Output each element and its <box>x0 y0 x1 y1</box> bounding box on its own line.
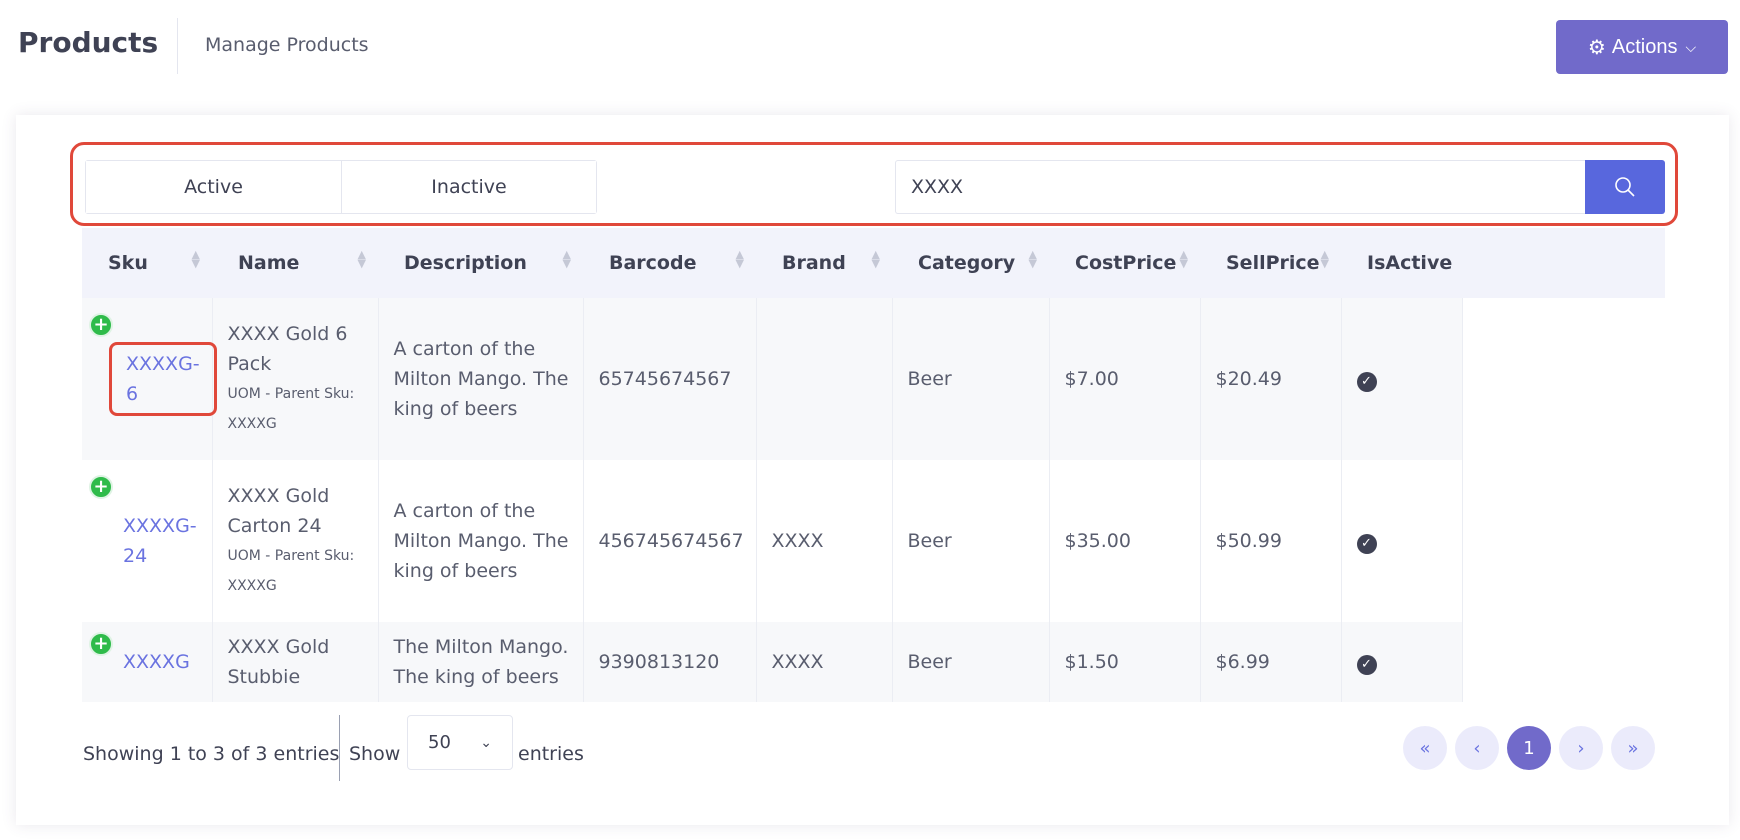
col-header-sku[interactable]: Sku ▲ ▼ <box>82 228 212 298</box>
search-icon <box>1615 177 1635 197</box>
table-row: + XXXXG-24 XXXX Gold Carton 24 UOM - Par… <box>82 460 1665 622</box>
search-input[interactable] <box>895 160 1585 214</box>
spacer-cell <box>1462 298 1665 460</box>
chevron-down-icon: ⌄ <box>480 734 492 751</box>
sort-icon: ▲ ▼ <box>1179 248 1188 270</box>
col-header-name[interactable]: Name ▲ ▼ <box>212 228 378 298</box>
product-name: XXXX Gold Carton 24 <box>227 485 330 537</box>
barcode-cell: 456745674567 <box>583 460 757 622</box>
name-cell: XXXX Gold Stubbie <box>212 622 379 702</box>
prev-page-button[interactable]: ‹ <box>1455 726 1499 770</box>
sku-link[interactable]: XXXXG <box>123 647 190 677</box>
table-row: + XXXXG-6 XXXX Gold 6 Pack UOM - Parent … <box>82 298 1665 460</box>
table-info: Showing 1 to 3 of 3 entries <box>83 743 340 765</box>
costprice-cell: $35.00 <box>1049 460 1201 622</box>
col-header-brand[interactable]: Brand ▲ ▼ <box>756 228 892 298</box>
sort-icon: ▲ ▼ <box>1028 248 1037 270</box>
tab-inactive[interactable]: Inactive <box>341 161 596 213</box>
brand-cell <box>756 298 893 460</box>
page-subtitle: Manage Products <box>205 34 369 56</box>
first-page-button[interactable]: « <box>1403 726 1447 770</box>
expand-row-icon[interactable]: + <box>89 313 113 337</box>
actions-label: Actions <box>1611 35 1678 58</box>
sellprice-cell: $6.99 <box>1200 622 1342 702</box>
category-cell: Beer <box>892 298 1050 460</box>
search-button[interactable] <box>1585 160 1665 214</box>
expand-row-icon[interactable]: + <box>89 475 113 499</box>
sku-cell: + XXXXG <box>82 622 213 702</box>
isactive-cell: ✓ <box>1341 298 1463 460</box>
spacer-cell <box>1462 460 1665 622</box>
expand-row-icon[interactable]: + <box>89 632 113 656</box>
footer-divider <box>339 715 340 781</box>
page-header: Products Manage Products ⚙ Actions ⌵ <box>0 0 1740 92</box>
chevron-right-icon: › <box>1577 737 1585 759</box>
page-size-select[interactable]: 50 ⌄ <box>407 715 513 770</box>
check-circle-icon: ✓ <box>1356 372 1377 392</box>
status-tabs: Active Inactive <box>85 160 597 214</box>
tab-active[interactable]: Active <box>86 161 341 213</box>
col-header-category[interactable]: Category ▲ ▼ <box>892 228 1049 298</box>
brand-cell: XXXX <box>756 460 893 622</box>
category-cell: Beer <box>892 460 1050 622</box>
spacer-cell <box>1462 622 1665 702</box>
page-size-value: 50 <box>428 732 451 753</box>
col-header-barcode[interactable]: Barcode ▲ ▼ <box>583 228 756 298</box>
gear-icon: ⚙ <box>1587 36 1606 59</box>
double-chevron-left-icon: « <box>1419 737 1431 759</box>
brand-cell: XXXX <box>756 622 893 702</box>
costprice-cell: $1.50 <box>1049 622 1201 702</box>
pagination: « ‹ 1 › » <box>1403 726 1655 770</box>
sku-cell: + XXXXG-6 <box>82 298 217 460</box>
isactive-cell: ✓ <box>1341 622 1463 702</box>
product-name: XXXX Gold Stubbie <box>227 636 330 688</box>
show-label: Show <box>349 743 401 765</box>
sort-icon: ▲ ▼ <box>735 248 744 270</box>
uom-note: UOM - Parent Sku: XXXXG <box>227 548 355 594</box>
actions-button[interactable]: ⚙ Actions ⌵ <box>1556 20 1728 74</box>
name-cell: XXXX Gold Carton 24 UOM - Parent Sku: XX… <box>212 460 379 622</box>
sku-link[interactable]: XXXXG-6 <box>109 342 217 416</box>
header-divider <box>177 18 178 74</box>
name-cell: XXXX Gold 6 Pack UOM - Parent Sku: XXXXG <box>212 298 379 460</box>
sellprice-cell: $50.99 <box>1200 460 1342 622</box>
col-header-description[interactable]: Description ▲ ▼ <box>378 228 583 298</box>
products-card: Active Inactive Sku▲▼ Name▲▼ Description… <box>16 115 1729 825</box>
sort-icon: ▲ ▼ <box>1320 248 1329 270</box>
sellprice-cell: $20.49 <box>1200 298 1342 460</box>
sort-icon: ▲ ▼ <box>191 248 200 270</box>
barcode-cell: 9390813120 <box>583 622 757 702</box>
col-header-costprice[interactable]: CostPrice ▲ ▼ <box>1049 228 1200 298</box>
barcode-cell: 65745674567 <box>583 298 757 460</box>
sku-cell: + XXXXG-24 <box>82 460 213 622</box>
costprice-cell: $7.00 <box>1049 298 1201 460</box>
col-header-spacer <box>1462 228 1665 298</box>
description-cell: The Milton Mango. The king of beers <box>378 622 584 702</box>
chevron-left-icon: ‹ <box>1473 737 1481 759</box>
page-title: Products <box>18 26 159 59</box>
col-header-sellprice[interactable]: SellPrice ▲ ▼ <box>1200 228 1341 298</box>
last-page-button[interactable]: » <box>1611 726 1655 770</box>
product-name: XXXX Gold 6 Pack <box>227 323 348 375</box>
sort-icon: ▲ ▼ <box>562 248 571 270</box>
col-header-isactive[interactable]: IsActive <box>1341 228 1462 298</box>
sort-icon: ▲ ▼ <box>871 248 880 270</box>
check-circle-icon: ✓ <box>1356 534 1377 554</box>
chevron-down-icon: ⌵ <box>1685 38 1697 55</box>
uom-note: UOM - Parent Sku: XXXXG <box>227 386 355 432</box>
table-row: + XXXXG XXXX Gold Stubbie The Milton Man… <box>82 622 1665 702</box>
entries-label: entries <box>518 743 584 765</box>
category-cell: Beer <box>892 622 1050 702</box>
description-cell: A carton of the Milton Mango. The king o… <box>378 460 584 622</box>
page-button[interactable]: 1 <box>1507 726 1551 770</box>
sort-icon: ▲ ▼ <box>357 248 366 270</box>
isactive-cell: ✓ <box>1341 460 1463 622</box>
sku-link[interactable]: XXXXG-24 <box>123 511 197 571</box>
double-chevron-right-icon: » <box>1627 737 1639 759</box>
next-page-button[interactable]: › <box>1559 726 1603 770</box>
filter-bar: Active Inactive <box>70 142 1678 226</box>
description-cell: A carton of the Milton Mango. The king o… <box>378 298 584 460</box>
products-table: Sku ▲ ▼ Name ▲ ▼ Description ▲ ▼ Barcode ▲ ▼ Bra… <box>82 228 1665 702</box>
check-circle-icon: ✓ <box>1356 655 1377 675</box>
